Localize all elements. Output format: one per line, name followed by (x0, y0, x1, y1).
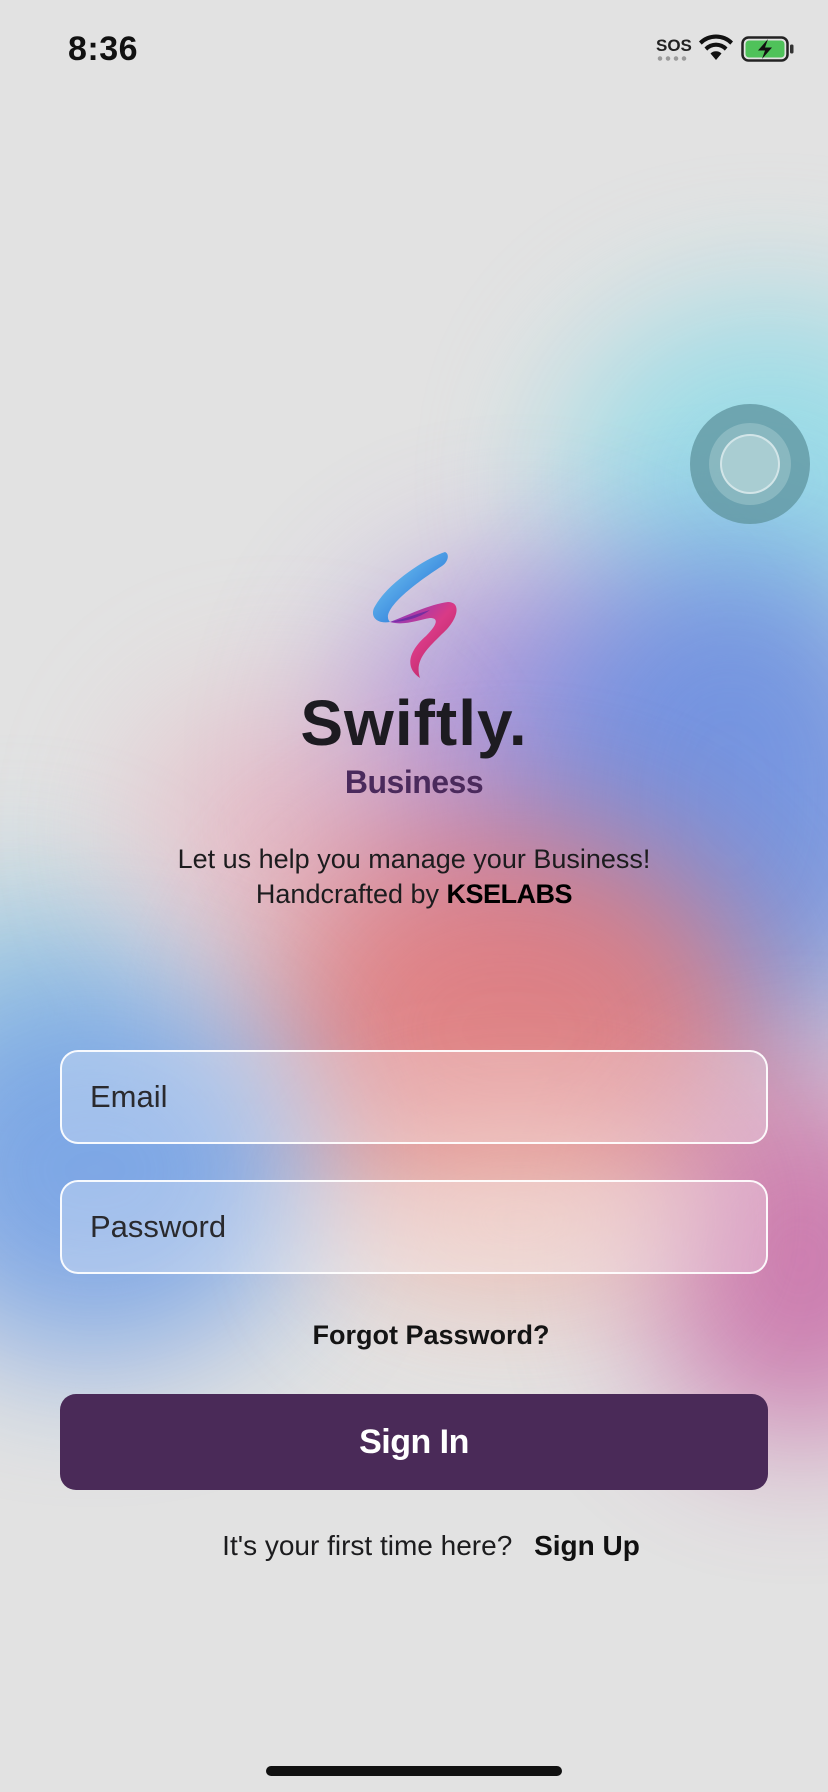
home-indicator[interactable] (266, 1766, 562, 1776)
tagline-brand: KSELABS (446, 879, 573, 909)
forgot-password-link[interactable]: Forgot Password? (0, 1320, 828, 1351)
brand-name: Swiftly. (300, 687, 528, 759)
password-input[interactable] (60, 1180, 768, 1274)
tagline: Let us help you manage your Business! Ha… (0, 842, 828, 912)
sign-up-prompt: It's your first time here? (222, 1530, 513, 1561)
email-input[interactable] (60, 1050, 768, 1144)
sign-in-button[interactable]: Sign In (60, 1394, 768, 1490)
cellular-signal-icon (656, 56, 688, 61)
tagline-line2: Handcrafted by KSELABS (0, 877, 828, 912)
battery-charging-icon (741, 36, 794, 62)
status-bar: 8:36 SOS (0, 0, 828, 100)
tagline-line1: Let us help you manage your Business! (177, 844, 651, 874)
sign-up-row: It's your first time here? Sign Up (0, 1530, 828, 1562)
sign-up-link[interactable]: Sign Up (534, 1530, 640, 1561)
brand-subtitle: Business (344, 764, 484, 800)
wifi-icon (699, 34, 733, 60)
status-time: 8:36 (68, 30, 139, 68)
tagline-prefix: Handcrafted by (255, 879, 440, 909)
swiftly-logo-icon (372, 552, 457, 678)
sos-indicator: SOS (656, 36, 692, 55)
assistive-touch-button[interactable] (690, 404, 810, 524)
